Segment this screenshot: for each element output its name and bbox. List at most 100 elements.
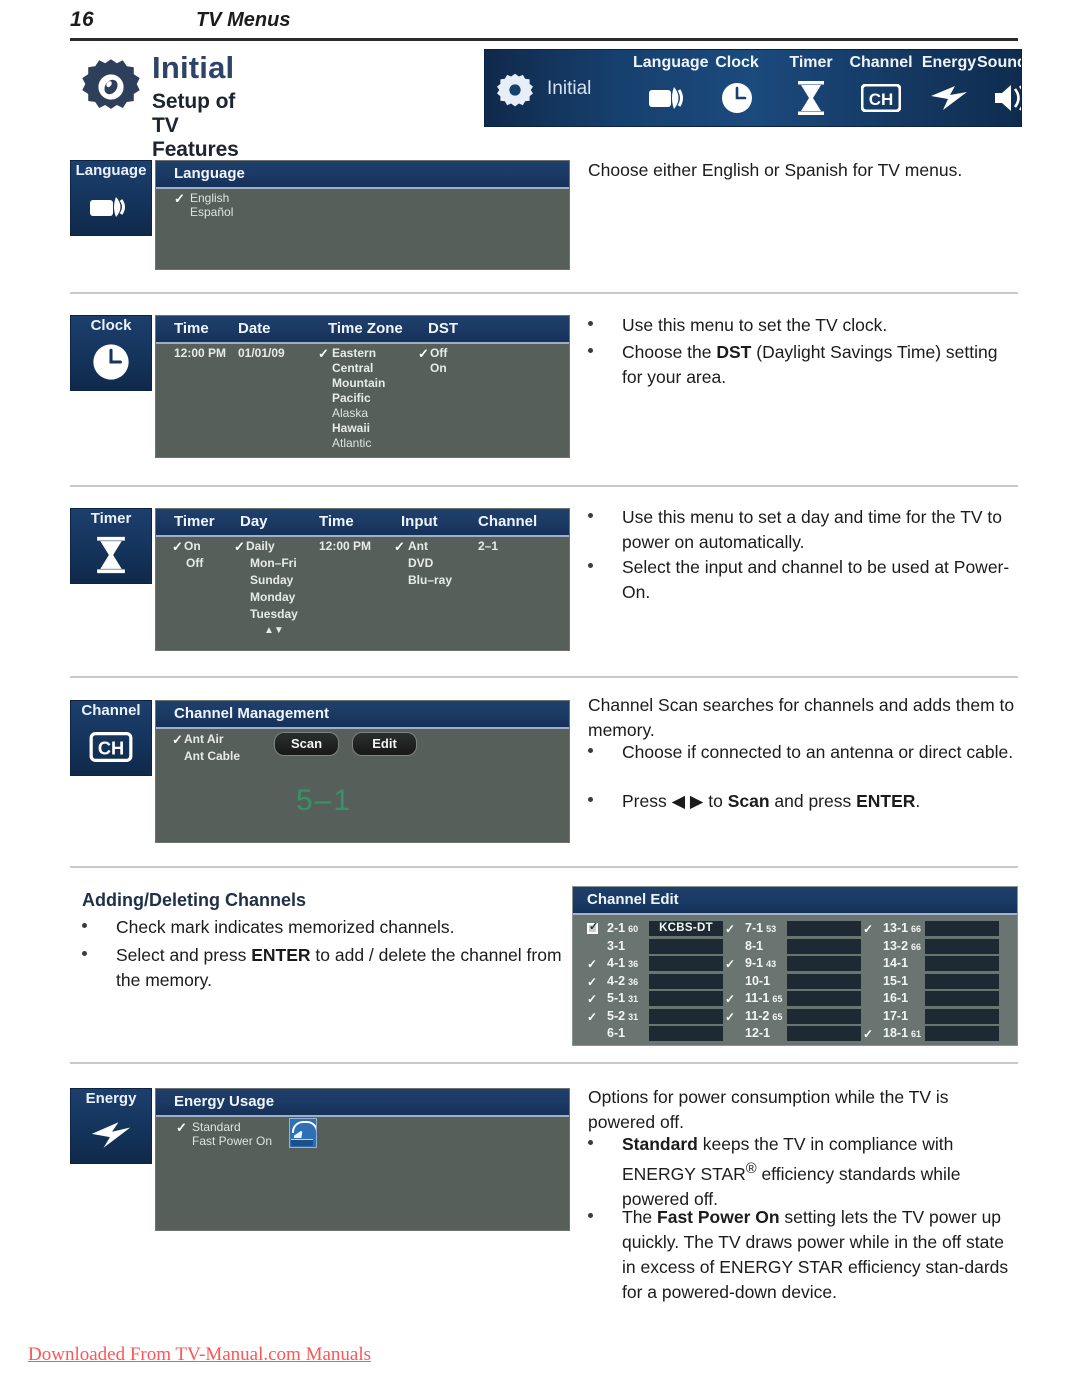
channel-edit-row[interactable]: ✓ 5-1 31 <box>587 991 727 1008</box>
osd-item-energy[interactable]: Energy <box>913 52 985 120</box>
tag-language: Language <box>70 160 152 236</box>
channel-edit-row[interactable]: ✓ 13-1 66 <box>863 921 1003 938</box>
channel-edit-row[interactable]: 6-1 <box>587 1026 727 1043</box>
channel-name-field[interactable] <box>787 973 861 989</box>
option-day-daily[interactable]: Daily <box>246 539 275 553</box>
osd-item-language[interactable]: Language <box>633 52 709 120</box>
page-header: 16 TV Menus <box>70 8 1015 42</box>
bullet-clock-2: Choose the DST (Daylight Savings Time) s… <box>588 340 1020 390</box>
panel-channel-edit: Channel Edit 2-160 KCBS-DT 3-1 ✓ 4-136 ✓ 4-236… <box>572 886 1018 1046</box>
channel-name-field[interactable]: KCBS-DT <box>649 921 723 936</box>
channel-name-field[interactable] <box>787 921 861 936</box>
option-day-monday[interactable]: Monday <box>250 590 295 604</box>
value-time[interactable]: 12:00 PM <box>319 539 371 553</box>
option-timezone-central[interactable]: Central <box>332 361 373 375</box>
value-date[interactable]: 01/01/09 <box>238 346 285 360</box>
option-timezone-eastern[interactable]: Eastern <box>332 346 376 360</box>
option-day-tuesday[interactable]: Tuesday <box>250 607 298 621</box>
option-day-mon-fri[interactable]: Mon–Fri <box>250 556 297 570</box>
channel-edit-row[interactable]: ✓ 4-1 36 <box>587 956 727 973</box>
channel-name-field[interactable] <box>649 956 723 971</box>
osd-item-channel[interactable]: Channel CH <box>845 52 917 120</box>
footer-link[interactable]: Downloaded From TV-Manual.com Manuals <box>28 1344 371 1366</box>
panel-title: Channel Edit <box>587 891 679 908</box>
value-time[interactable]: 12:00 PM <box>174 346 226 360</box>
option-ant-air[interactable]: Ant Air <box>184 732 224 746</box>
channel-name-field[interactable] <box>787 991 861 1006</box>
channel-name-field[interactable] <box>649 973 723 989</box>
channel-name-field[interactable] <box>925 1026 999 1041</box>
option-dst-on[interactable]: On <box>430 361 447 375</box>
option-timezone-pacific[interactable]: Pacific <box>332 391 371 405</box>
speech-camera-icon <box>71 183 151 231</box>
channel-name-field[interactable] <box>787 1026 861 1041</box>
option-timezone-hawaii[interactable]: Hawaii <box>332 421 370 435</box>
option-input-dvd[interactable]: DVD <box>408 556 433 570</box>
option-dst-off[interactable]: Off <box>430 346 447 360</box>
channel-edit-row[interactable]: 8-1 <box>725 938 865 956</box>
edit-button[interactable]: Edit <box>352 732 417 756</box>
option-input-blu-ray[interactable]: Blu–ray <box>408 573 452 587</box>
check-icon: ✓ <box>172 539 183 554</box>
channel-name-field[interactable] <box>787 938 861 954</box>
osd-item-timer[interactable]: Timer <box>775 52 847 120</box>
channel-edit-row[interactable]: 15-1 <box>863 973 1003 991</box>
channel-name-field[interactable] <box>925 938 999 954</box>
channel-edit-row[interactable]: 13-2 66 <box>863 938 1003 956</box>
channel-name-field[interactable] <box>925 921 999 936</box>
channel-name-field[interactable] <box>925 1008 999 1024</box>
section-divider <box>70 292 1018 294</box>
channel-name-field[interactable] <box>649 1008 723 1024</box>
channel-name-field[interactable] <box>649 1026 723 1041</box>
channel-edit-row[interactable]: ✓ 7-1 53 <box>725 921 865 938</box>
option-espanol[interactable]: Español <box>190 205 233 219</box>
speaker-icon <box>977 76 1021 120</box>
bullet-text: Select the input and channel to be used … <box>622 557 1010 602</box>
channel-number: 5-2 31 <box>607 1008 639 1023</box>
channel-edit-row[interactable]: 17-1 <box>863 1008 1003 1026</box>
option-timer-off[interactable]: Off <box>186 556 203 570</box>
option-standard[interactable]: Standard <box>192 1120 241 1134</box>
option-fast-power-on[interactable]: Fast Power On <box>192 1134 272 1148</box>
description-language: Choose either English or Spanish for TV … <box>588 160 963 180</box>
osd-item-soundpro[interactable]: SoundPro <box>977 52 1021 120</box>
option-timezone-mountain[interactable]: Mountain <box>332 376 385 390</box>
tag-energy: Energy <box>70 1088 152 1164</box>
channel-name-field[interactable] <box>787 956 861 971</box>
option-timezone-atlantic[interactable]: Atlantic <box>332 436 371 450</box>
channel-edit-row[interactable]: ✓ 4-2 36 <box>587 973 727 991</box>
option-english[interactable]: English <box>190 191 229 205</box>
option-timer-on[interactable]: On <box>184 539 201 553</box>
channel-edit-row[interactable]: ✓ 5-2 31 <box>587 1008 727 1026</box>
bullet-timer-2: Select the input and channel to be used … <box>588 555 1020 605</box>
osd-item-clock[interactable]: Clock <box>701 52 773 120</box>
channel-edit-row[interactable]: 3-1 <box>587 938 727 956</box>
channel-name-field[interactable] <box>925 973 999 989</box>
channel-name-field[interactable] <box>925 956 999 971</box>
checkbox-checked-icon[interactable] <box>587 920 598 934</box>
scan-button[interactable]: Scan <box>274 732 339 756</box>
channel-edit-row[interactable]: 2-160 KCBS-DT <box>587 920 727 938</box>
channel-edit-row[interactable]: 14-1 <box>863 956 1003 973</box>
channel-edit-row[interactable]: 10-1 <box>725 973 865 991</box>
section-divider <box>70 1062 1018 1064</box>
channel-name-field[interactable] <box>925 991 999 1006</box>
option-day-sunday[interactable]: Sunday <box>250 573 293 587</box>
channel-edit-row[interactable]: ✓ 9-1 43 <box>725 956 865 973</box>
option-ant-cable[interactable]: Ant Cable <box>184 749 240 763</box>
day-scroll-arrows-icon[interactable]: ▲▼ <box>264 625 284 636</box>
panel-header: Language <box>156 161 569 189</box>
channel-name-field[interactable] <box>649 991 723 1006</box>
option-input-ant[interactable]: Ant <box>408 539 428 553</box>
channel-edit-row[interactable]: ✓ 11-1 65 <box>725 991 865 1008</box>
channel-name-field[interactable] <box>649 938 723 954</box>
channel-name-field[interactable] <box>787 1008 861 1024</box>
channel-edit-row[interactable]: 12-1 <box>725 1026 865 1043</box>
channel-edit-row[interactable]: ✓ 18-1 61 <box>863 1026 1003 1043</box>
value-channel[interactable]: 2–1 <box>478 539 498 553</box>
bullet-text: Press ◀ ▶ to Scan and press ENTER. <box>622 791 921 811</box>
panel-header: Time Date Time Zone DST <box>156 316 569 344</box>
channel-edit-row[interactable]: 16-1 <box>863 991 1003 1008</box>
option-timezone-alaska[interactable]: Alaska <box>332 406 368 420</box>
channel-edit-row[interactable]: ✓ 11-2 65 <box>725 1008 865 1026</box>
